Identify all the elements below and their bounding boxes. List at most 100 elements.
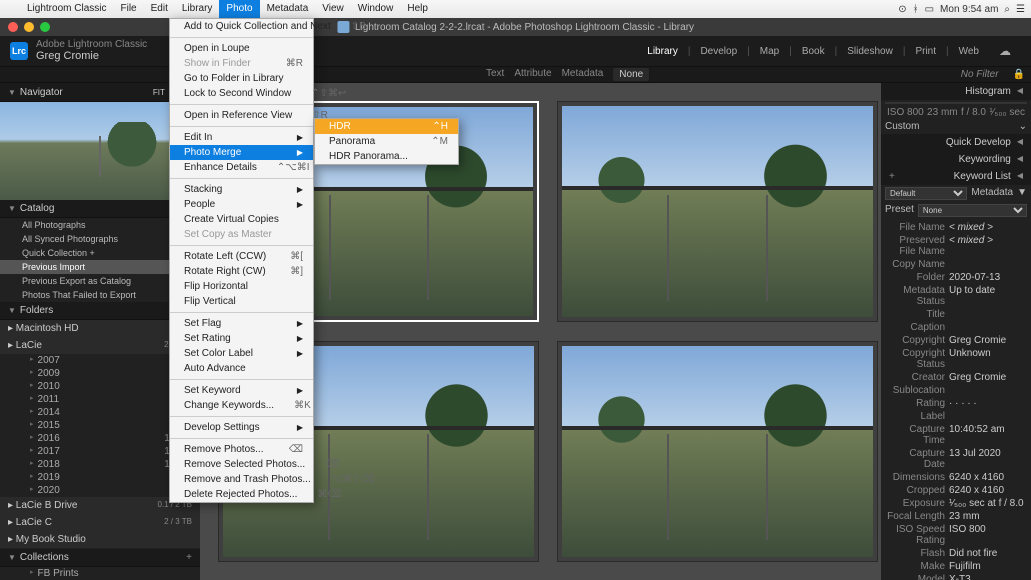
window-titlebar: Lightroom Catalog 2-2-2.lrcat - Adobe Ph… — [0, 18, 1031, 36]
metadata-row: Exposure¹⁄₅₀₀ sec at f / 8.0 — [885, 497, 1027, 510]
submenu-item[interactable]: HDR⌃H — [315, 119, 458, 134]
metadata-row: FlashDid not fire — [885, 547, 1027, 560]
menu-item[interactable]: Develop Settings▶ — [170, 420, 313, 435]
metadata-row: Rating· · · · · — [885, 397, 1027, 410]
logo-icon: Lrc — [10, 42, 28, 60]
cloud-sync-icon[interactable]: ☁ — [989, 44, 1021, 58]
menu-item[interactable]: Photo Merge▶ — [170, 145, 313, 160]
module-web[interactable]: Web — [949, 46, 989, 57]
metadata-row: Label — [885, 410, 1027, 423]
quickdev-header[interactable]: Quick Develop◀ — [881, 134, 1031, 151]
menu-item[interactable]: Delete Rejected Photos...⌘⌫ — [170, 487, 313, 502]
menu-app[interactable]: Lightroom Classic — [20, 0, 113, 18]
window-controls[interactable] — [8, 22, 50, 32]
menu-item[interactable]: Remove Photos...⌫ — [170, 442, 313, 457]
add-collection-icon[interactable]: + — [186, 552, 192, 563]
filter-attribute[interactable]: Attribute — [514, 68, 551, 81]
menu-library[interactable]: Library — [175, 0, 220, 18]
close-button[interactable] — [8, 22, 18, 32]
menu-window[interactable]: Window — [351, 0, 401, 18]
menu-item[interactable]: Lock to Second Window⌃⇧⌘↩ — [170, 86, 313, 101]
app-header: Lrc Adobe Lightroom Classic Greg Cromie … — [0, 36, 1031, 66]
submenu-item[interactable]: Panorama⌃M — [315, 134, 458, 149]
menu-item[interactable]: Open in Loupe — [170, 41, 313, 56]
menu-item[interactable]: Edit In▶ — [170, 130, 313, 145]
filter-metadata[interactable]: Metadata — [562, 68, 604, 81]
metadata-row: MakeFujifilm — [885, 560, 1027, 573]
menu-item[interactable]: Go to Folder in Library — [170, 71, 313, 86]
metadata-row: Sublocation — [885, 384, 1027, 397]
minimize-button[interactable] — [24, 22, 34, 32]
menu-item[interactable]: People▶ — [170, 197, 313, 212]
menu-help[interactable]: Help — [400, 0, 435, 18]
keywording-header[interactable]: Keywording◀ — [881, 151, 1031, 168]
collections-header[interactable]: ▼Collections+ — [0, 549, 200, 567]
thumbnail-cell[interactable] — [557, 341, 878, 562]
menu-item[interactable]: Open in Reference View⇧R — [170, 108, 313, 123]
histogram[interactable] — [885, 102, 1027, 104]
module-library[interactable]: Library — [637, 46, 688, 57]
menu-item[interactable]: Change Keywords...⌘K — [170, 398, 313, 413]
photo-menu[interactable]: Add to Quick Collection and Next⇧B Open i… — [169, 18, 314, 503]
menu-item[interactable]: Flip Horizontal — [170, 279, 313, 294]
keywordlist-header[interactable]: +Keyword List◀ — [881, 168, 1031, 185]
thumbnail-cell[interactable] — [557, 101, 878, 322]
menu-item[interactable]: Create Virtual Copies — [170, 212, 313, 227]
menu-item[interactable]: Enhance Details⌃⌥⌘I — [170, 160, 313, 175]
menu-item: Set Copy as Master — [170, 227, 313, 242]
module-slideshow[interactable]: Slideshow — [837, 46, 903, 57]
filter-text[interactable]: Text — [486, 68, 504, 81]
preset-select[interactable]: None — [918, 204, 1027, 217]
menu-item[interactable]: Stacking▶ — [170, 182, 313, 197]
filter-none[interactable]: None — [613, 68, 649, 81]
menu-item[interactable]: Set Keyword▶ — [170, 383, 313, 398]
metadata-row: Title — [885, 308, 1027, 321]
metadata-row: File Name< mixed > — [885, 221, 1027, 234]
photo-merge-submenu[interactable]: HDR⌃HPanorama⌃MHDR Panorama... — [314, 118, 459, 165]
metadata-row: ModelX-T3 — [885, 573, 1027, 580]
menu-item[interactable]: Set Color Label▶ — [170, 346, 313, 361]
menu-view[interactable]: View — [315, 0, 351, 18]
menu-edit[interactable]: Edit — [144, 0, 175, 18]
menu-photo[interactable]: Photo — [219, 0, 259, 18]
menu-item[interactable]: Add to Quick Collection and Next⇧B — [170, 19, 313, 34]
menu-metadata[interactable]: Metadata — [260, 0, 316, 18]
histogram-meta: ISO 80023 mmf / 8.0¹⁄₅₀₀ sec — [881, 106, 1031, 119]
metadata-row: Capture Date13 Jul 2020 — [885, 447, 1027, 471]
collection-item[interactable]: ▸FB Prints — [0, 567, 200, 580]
filter-lock-icon[interactable]: 🔒 — [1013, 69, 1025, 80]
drive-row[interactable]: ▸ My Book Studio — [0, 531, 200, 548]
drive-row[interactable]: ▸ LaCie C2 / 3 TB — [0, 514, 200, 531]
submenu-item[interactable]: HDR Panorama... — [315, 149, 458, 164]
module-print[interactable]: Print — [905, 46, 946, 57]
menu-item[interactable]: Remove and Trash Photos...⌥⌘⇧⌫ — [170, 472, 313, 487]
module-develop[interactable]: Develop — [690, 46, 747, 57]
menu-item[interactable]: Flip Vertical — [170, 294, 313, 309]
menu-item[interactable]: Rotate Right (CW)⌘] — [170, 264, 313, 279]
search-icon[interactable]: ⌕ — [1004, 4, 1010, 15]
right-panel[interactable]: Histogram◀ ISO 80023 mmf / 8.0¹⁄₅₀₀ sec … — [881, 83, 1031, 580]
filter-preset[interactable]: No Filter — [961, 69, 999, 80]
menu-file[interactable]: File — [113, 0, 143, 18]
menu-item[interactable]: Set Flag▶ — [170, 316, 313, 331]
identity-plate: Adobe Lightroom Classic Greg Cromie — [36, 39, 147, 62]
mac-menubar[interactable]: Lightroom Classic File Edit Library Phot… — [0, 0, 1031, 18]
metadata-row: Metadata StatusUp to date — [885, 284, 1027, 308]
bluetooth-icon: ᚼ — [913, 4, 919, 15]
metadata-set[interactable]: Default — [885, 187, 967, 200]
battery-icon: ▭ — [925, 4, 934, 15]
module-map[interactable]: Map — [750, 46, 789, 57]
histogram-header[interactable]: Histogram◀ — [881, 83, 1031, 100]
window-title: Lightroom Catalog 2-2-2.lrcat - Adobe Ph… — [355, 22, 694, 33]
control-center-icon[interactable]: ☰ — [1016, 4, 1025, 15]
metadata-row: ISO Speed RatingISO 800 — [885, 523, 1027, 547]
zoom-button[interactable] — [40, 22, 50, 32]
module-book[interactable]: Book — [792, 46, 835, 57]
module-picker[interactable]: Library| Develop| Map| Book| Slideshow| … — [637, 44, 1021, 58]
menu-item[interactable]: Auto Advance — [170, 361, 313, 376]
clock: Mon 9:54 am — [940, 4, 998, 15]
menu-item[interactable]: Set Rating▶ — [170, 331, 313, 346]
menu-item[interactable]: Rotate Left (CCW)⌘[ — [170, 249, 313, 264]
menu-item[interactable]: Remove Selected Photos...⌫ — [170, 457, 313, 472]
library-filter-bar[interactable]: Text Attribute Metadata None No Filter 🔒 — [0, 66, 1031, 83]
